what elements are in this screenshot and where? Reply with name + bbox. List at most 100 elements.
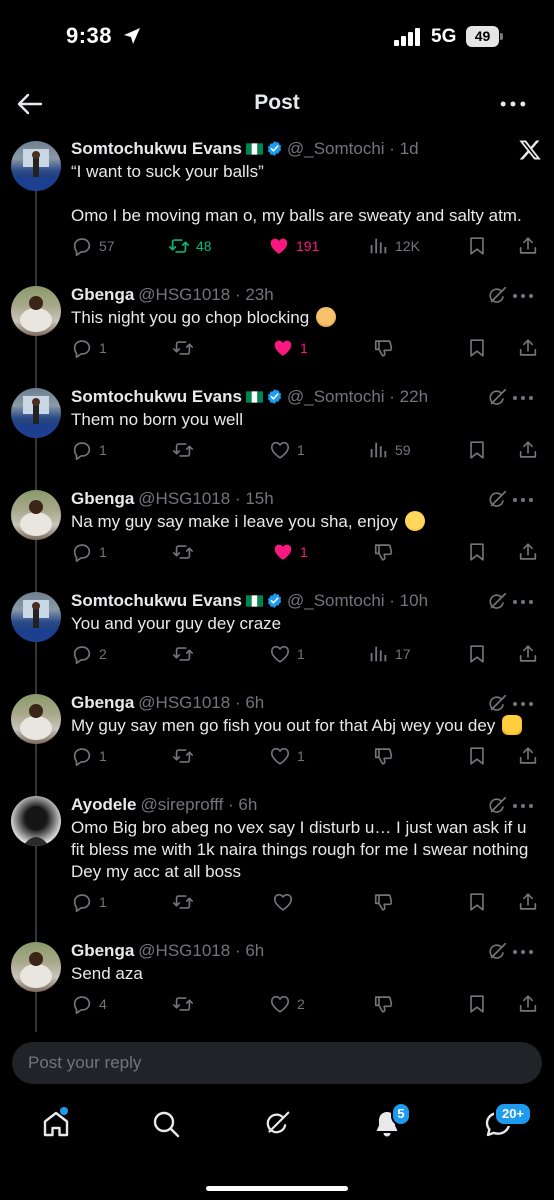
more-options-icon[interactable] bbox=[510, 286, 536, 306]
like-button[interactable]: 1 bbox=[269, 438, 305, 462]
like-button[interactable]: 191 bbox=[268, 234, 319, 258]
bookmark-button[interactable] bbox=[466, 438, 488, 462]
author-handle[interactable]: @HSG1018 bbox=[138, 693, 230, 712]
reply-button[interactable]: 1 bbox=[71, 744, 107, 768]
share-button[interactable] bbox=[517, 992, 539, 1016]
repost-button[interactable] bbox=[172, 642, 194, 666]
reply-button[interactable]: 4 bbox=[71, 992, 107, 1016]
share-button[interactable] bbox=[517, 540, 539, 564]
reply-button[interactable]: 1 bbox=[71, 540, 107, 564]
reply-button[interactable]: 2 bbox=[71, 642, 107, 666]
more-options-icon[interactable] bbox=[510, 592, 536, 612]
author-handle[interactable]: @_Somtochi bbox=[287, 591, 385, 610]
like-button[interactable]: 2 bbox=[269, 992, 305, 1016]
author-name[interactable]: Gbenga bbox=[71, 693, 134, 712]
more-options-icon[interactable] bbox=[510, 694, 536, 714]
share-button[interactable] bbox=[517, 438, 539, 462]
share-button[interactable] bbox=[517, 234, 539, 258]
avatar[interactable] bbox=[11, 490, 61, 540]
nav-messages[interactable]: 20+ bbox=[480, 1102, 532, 1142]
nav-notifications[interactable]: 5 bbox=[369, 1102, 411, 1142]
avatar[interactable] bbox=[11, 942, 61, 992]
reply-button[interactable]: 57 bbox=[71, 234, 115, 258]
author-name[interactable]: Somtochukwu Evans bbox=[71, 387, 242, 406]
nav-home[interactable] bbox=[38, 1106, 74, 1142]
author-handle[interactable]: @HSG1018 bbox=[138, 285, 230, 304]
grok-icon[interactable] bbox=[486, 285, 508, 307]
avatar[interactable] bbox=[11, 796, 61, 846]
avatar[interactable] bbox=[11, 141, 61, 191]
reply-post[interactable]: Gbenga @HSG1018 · 15h Na my guy say make … bbox=[0, 488, 554, 568]
grok-icon[interactable] bbox=[486, 795, 508, 817]
more-options-icon[interactable] bbox=[510, 942, 536, 962]
avatar[interactable] bbox=[11, 286, 61, 336]
bookmark-button[interactable] bbox=[466, 992, 488, 1016]
like-button[interactable]: 1 bbox=[272, 540, 308, 564]
author-name[interactable]: Gbenga bbox=[71, 941, 134, 960]
repost-button[interactable]: 48 bbox=[168, 234, 212, 258]
grok-icon[interactable] bbox=[486, 489, 508, 511]
views-button[interactable]: 59 bbox=[367, 438, 411, 462]
reply-input[interactable] bbox=[28, 1042, 518, 1084]
share-button[interactable] bbox=[517, 744, 539, 768]
author-handle[interactable]: @_Somtochi bbox=[287, 139, 385, 158]
reply-button[interactable]: 1 bbox=[71, 336, 107, 360]
author-name[interactable]: Somtochukwu Evans bbox=[71, 139, 242, 158]
author-name[interactable]: Gbenga bbox=[71, 489, 134, 508]
author-handle[interactable]: @_Somtochi bbox=[287, 387, 385, 406]
bookmark-button[interactable] bbox=[466, 744, 488, 768]
repost-button[interactable] bbox=[172, 438, 194, 462]
bookmark-button[interactable] bbox=[466, 890, 488, 914]
reply-button[interactable]: 1 bbox=[71, 438, 107, 462]
author-name[interactable]: Somtochukwu Evans bbox=[71, 591, 242, 610]
like-button[interactable]: 1 bbox=[269, 642, 305, 666]
grok-icon[interactable] bbox=[486, 693, 508, 715]
reply-post[interactable]: Gbenga @HSG1018 · 6h Send aza 4 2 bbox=[0, 940, 554, 1020]
author-name[interactable]: Ayodele bbox=[71, 795, 137, 814]
grok-icon[interactable] bbox=[486, 591, 508, 613]
reply-post[interactable]: Gbenga @HSG1018 · 6h My guy say men go fi… bbox=[0, 692, 554, 772]
like-button[interactable]: 1 bbox=[272, 336, 308, 360]
downvote-button[interactable] bbox=[373, 336, 395, 360]
repost-button[interactable] bbox=[172, 336, 194, 360]
repost-button[interactable] bbox=[172, 540, 194, 564]
bookmark-button[interactable] bbox=[466, 642, 488, 666]
nav-search[interactable] bbox=[148, 1106, 184, 1142]
repost-button[interactable] bbox=[172, 992, 194, 1016]
bookmark-button[interactable] bbox=[466, 234, 488, 258]
reply-post[interactable]: Ayodele @sireprofff · 6h Omo Big bro abeg… bbox=[0, 794, 554, 918]
share-button[interactable] bbox=[517, 642, 539, 666]
repost-button[interactable] bbox=[172, 744, 194, 768]
bookmark-button[interactable] bbox=[466, 336, 488, 360]
reply-button[interactable]: 1 bbox=[71, 890, 107, 914]
repost-button[interactable] bbox=[172, 890, 194, 914]
author-handle[interactable]: @sireprofff bbox=[141, 795, 224, 814]
avatar[interactable] bbox=[11, 592, 61, 642]
author-name[interactable]: Gbenga bbox=[71, 285, 134, 304]
like-button[interactable] bbox=[272, 890, 294, 914]
more-options-icon[interactable] bbox=[510, 388, 536, 408]
more-options-icon[interactable] bbox=[497, 91, 529, 117]
views-button[interactable]: 17 bbox=[367, 642, 411, 666]
reply-post[interactable]: Somtochukwu Evans @_Somtochi · 10h You an… bbox=[0, 590, 554, 670]
avatar[interactable] bbox=[11, 388, 61, 438]
more-options-icon[interactable] bbox=[510, 796, 536, 816]
more-options-icon[interactable] bbox=[510, 490, 536, 510]
main-post[interactable]: Somtochukwu Evans @_Somtochi · 1d “I want… bbox=[0, 138, 554, 260]
grok-icon[interactable] bbox=[486, 941, 508, 963]
views-button[interactable]: 12K bbox=[367, 234, 420, 258]
downvote-button[interactable] bbox=[373, 890, 395, 914]
author-handle[interactable]: @HSG1018 bbox=[138, 941, 230, 960]
grok-icon[interactable] bbox=[486, 387, 508, 409]
reply-post[interactable]: Gbenga @HSG1018 · 23h This night you go c… bbox=[0, 284, 554, 364]
share-button[interactable] bbox=[517, 336, 539, 360]
downvote-button[interactable] bbox=[373, 540, 395, 564]
downvote-button[interactable] bbox=[373, 744, 395, 768]
downvote-button[interactable] bbox=[373, 992, 395, 1016]
reply-post[interactable]: Somtochukwu Evans @_Somtochi · 22h Them n… bbox=[0, 386, 554, 466]
bookmark-button[interactable] bbox=[466, 540, 488, 564]
share-button[interactable] bbox=[517, 890, 539, 914]
nav-grok[interactable] bbox=[259, 1106, 295, 1142]
avatar[interactable] bbox=[11, 694, 61, 744]
author-handle[interactable]: @HSG1018 bbox=[138, 489, 230, 508]
